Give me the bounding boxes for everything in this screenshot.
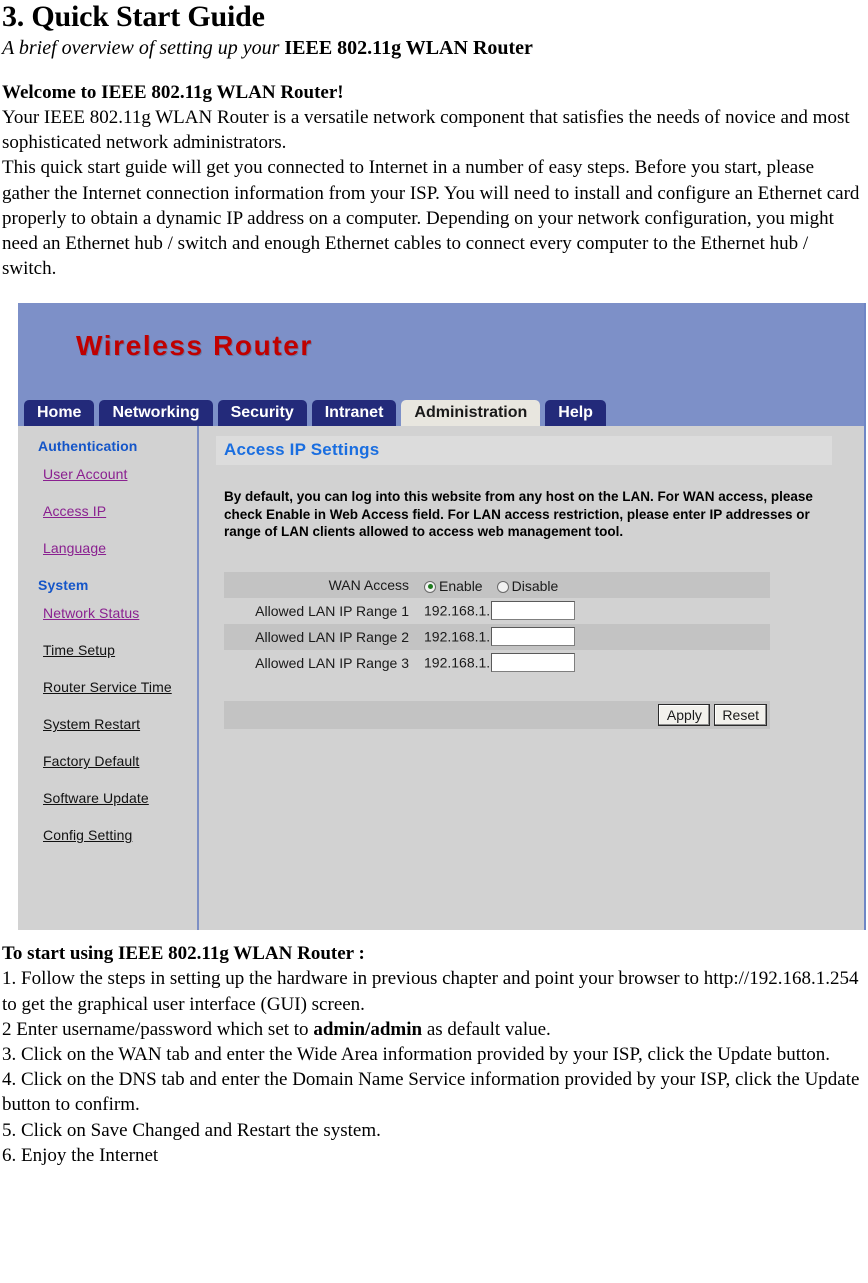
document-steps: To start using IEEE 802.11g WLAN Router … xyxy=(0,930,868,1168)
intro-paragraph-1: Your IEEE 802.11g WLAN Router is a versa… xyxy=(2,107,850,154)
subtitle-italic-text: A brief overview of setting up your xyxy=(2,37,285,59)
router-sidebar: Authentication User Account Access IP La… xyxy=(18,426,199,931)
tab-help[interactable]: Help xyxy=(545,400,606,427)
step-1: 1. Follow the steps in setting up the ha… xyxy=(2,968,859,1015)
radio-enable[interactable]: Enable xyxy=(424,578,483,594)
tab-administration[interactable]: Administration xyxy=(401,400,541,427)
step-5: 5. Click on Save Changed and Restart the… xyxy=(2,1119,381,1141)
radio-disable[interactable]: Disable xyxy=(496,577,559,594)
radio-enable-label: Enable xyxy=(439,577,483,594)
lan-range-1-label: Allowed LAN IP Range 1 xyxy=(224,597,418,624)
lan-range-2-prefix: 192.168.1. xyxy=(424,628,491,645)
lan-range-3-value-cell: 192.168.1. xyxy=(418,649,770,676)
sidebar-group-authentication: Authentication xyxy=(38,438,138,455)
lan-range-1-value-cell: 192.168.1. xyxy=(418,597,770,624)
router-content-panel: Access IP Settings By default, you can l… xyxy=(199,426,864,931)
tab-security[interactable]: Security xyxy=(217,400,307,427)
sidebar-item-language[interactable]: Language xyxy=(43,540,197,556)
router-tab-bar[interactable]: Home Networking Security Intranet Administra… xyxy=(18,400,864,427)
sidebar-item-access-ip[interactable]: Access IP xyxy=(43,503,197,519)
sidebar-item-time-setup[interactable]: Time Setup xyxy=(43,642,197,658)
form-button-bar: Apply Reset xyxy=(224,700,770,729)
page-subtitle: A brief overview of setting up your IEEE… xyxy=(2,33,862,61)
wan-access-value-cell: Enable Disable xyxy=(418,571,770,598)
document-body: 3. Quick Start Guide A brief overview of… xyxy=(0,0,868,281)
sidebar-item-config-setting[interactable]: Config Setting xyxy=(43,827,197,843)
reset-button[interactable]: Reset xyxy=(714,703,767,726)
lan-range-2-value-cell: 192.168.1. xyxy=(418,623,770,650)
lan-range-2-input[interactable] xyxy=(491,627,576,647)
router-screenshot-figure: Wireless Router Home Networking Security In… xyxy=(0,281,868,931)
sidebar-item-system-restart[interactable]: System Restart xyxy=(43,716,197,732)
step-4: 4. Click on the DNS tab and enter the Do… xyxy=(2,1069,860,1116)
apply-button[interactable]: Apply xyxy=(658,703,711,726)
steps-heading: To start using IEEE 802.11g WLAN Router … xyxy=(2,943,365,965)
sidebar-item-user-account[interactable]: User Account xyxy=(43,466,197,482)
router-banner: Wireless Router xyxy=(18,303,864,401)
step-6: 6. Enjoy the Internet xyxy=(2,1144,159,1166)
lan-range-3-input[interactable] xyxy=(491,653,576,673)
table-row: Allowed LAN IP Range 1 192.168.1. xyxy=(224,597,770,624)
table-row: Allowed LAN IP Range 3 192.168.1. xyxy=(224,649,770,676)
lan-range-1-input[interactable] xyxy=(491,601,576,621)
lan-range-3-prefix: 192.168.1. xyxy=(424,654,491,671)
lan-range-2-label: Allowed LAN IP Range 2 xyxy=(224,623,418,650)
sidebar-group-system: System xyxy=(38,577,89,594)
step-2-suffix: as default value. xyxy=(422,1018,551,1040)
sidebar-item-router-service-time[interactable]: Router Service Time xyxy=(43,679,197,695)
lan-range-3-label: Allowed LAN IP Range 3 xyxy=(224,649,418,676)
radio-disable-label: Disable xyxy=(511,577,559,594)
panel-heading: Access IP Settings xyxy=(216,436,832,466)
lan-range-1-prefix: 192.168.1. xyxy=(424,602,491,619)
tab-networking[interactable]: Networking xyxy=(99,400,213,427)
step-2: 2 Enter username/password which set to a… xyxy=(2,1017,866,1042)
sidebar-item-factory-default[interactable]: Factory Default xyxy=(43,753,197,769)
step-2-credentials: admin/admin xyxy=(313,1018,423,1040)
tab-home[interactable]: Home xyxy=(24,400,95,427)
router-body: Authentication User Account Access IP La… xyxy=(18,426,864,931)
access-ip-form-table: WAN Access Enable Disable Allowed LAN IP … xyxy=(224,571,770,676)
step-2-prefix: 2 Enter username/password which set to xyxy=(2,1018,314,1040)
wireless-router-logo: Wireless Router xyxy=(76,330,313,362)
sidebar-item-network-status[interactable]: Network Status xyxy=(43,605,197,621)
welcome-heading: Welcome to IEEE 802.11g WLAN Router! xyxy=(2,82,344,103)
subtitle-product-name: IEEE 802.11g WLAN Router xyxy=(284,37,533,59)
step-3: 3. Click on the WAN tab and enter the Wi… xyxy=(2,1044,831,1066)
wan-access-label: WAN Access xyxy=(224,571,418,598)
radio-disable-icon xyxy=(496,580,509,593)
router-web-ui: Wireless Router Home Networking Security In… xyxy=(18,303,866,931)
page-title: 3. Quick Start Guide xyxy=(2,0,265,33)
radio-enable-icon xyxy=(424,580,436,593)
tab-intranet[interactable]: Intranet xyxy=(311,400,397,427)
table-row-wan-access: WAN Access Enable Disable xyxy=(224,571,770,598)
intro-paragraph-2: This quick start guide will get you conn… xyxy=(2,157,860,280)
sidebar-item-software-update[interactable]: Software Update xyxy=(43,790,197,806)
panel-description: By default, you can log into this websit… xyxy=(224,489,813,540)
wan-access-radio-group[interactable]: Enable Disable xyxy=(424,576,572,594)
table-row: Allowed LAN IP Range 2 192.168.1. xyxy=(224,623,770,650)
